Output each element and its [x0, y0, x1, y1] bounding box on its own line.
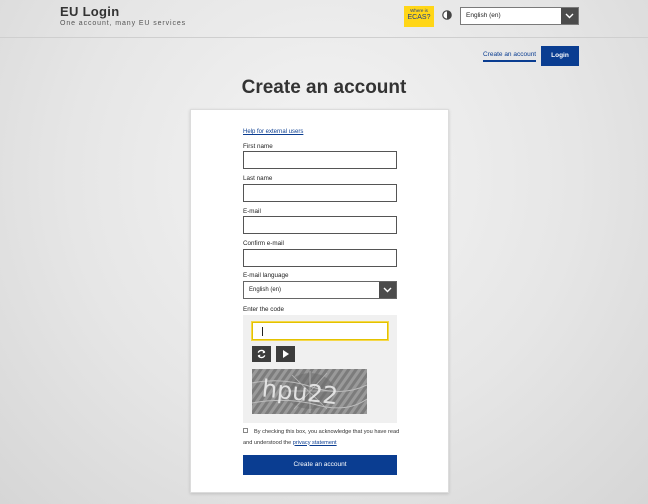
- create-account-button[interactable]: Create an account: [243, 455, 397, 475]
- help-link[interactable]: Help for external users: [243, 129, 303, 135]
- app-title: EU Login: [60, 4, 120, 19]
- header: EU Login One account, many EU services W…: [0, 0, 648, 38]
- play-audio-captcha-button[interactable]: [276, 346, 295, 362]
- brand[interactable]: EU Login One account, many EU services: [60, 4, 186, 27]
- contrast-icon[interactable]: [442, 10, 452, 20]
- last-name-label: Last name: [243, 175, 273, 182]
- email-language-label: E-mail language: [243, 272, 289, 279]
- email-label: E-mail: [243, 208, 261, 215]
- refresh-captcha-button[interactable]: [252, 346, 271, 362]
- confirm-email-label: Confirm e-mail: [243, 240, 284, 247]
- last-name-field[interactable]: [243, 184, 397, 202]
- captcha-panel: hpu22: [243, 315, 397, 423]
- refresh-icon: [257, 349, 266, 359]
- first-name-label: First name: [243, 143, 273, 150]
- login-button[interactable]: Login: [541, 46, 579, 66]
- privacy-statement-link[interactable]: privacy statement: [293, 440, 337, 446]
- captcha-label: Enter the code: [243, 306, 284, 313]
- create-account-link[interactable]: Create an account: [483, 51, 537, 62]
- page-title: Create an account: [241, 77, 407, 98]
- chevron-down-icon: [561, 8, 578, 24]
- chevron-down-icon: [379, 282, 396, 298]
- text-caret: [262, 327, 263, 336]
- captcha-image: hpu22: [252, 369, 367, 414]
- email-language-select[interactable]: English (en): [243, 281, 397, 299]
- language-select[interactable]: English (en): [460, 7, 579, 25]
- email-field[interactable]: [243, 216, 397, 234]
- ecas-badge[interactable]: Where is ECAS?: [404, 6, 434, 27]
- language-select-value: English (en): [466, 12, 501, 19]
- consent-text: By checking this box, you acknowledge th…: [243, 427, 403, 448]
- app-subtitle: One account, many EU services: [60, 20, 187, 27]
- captcha-input[interactable]: [252, 322, 388, 340]
- first-name-field[interactable]: [243, 151, 397, 169]
- email-language-value: English (en): [249, 287, 282, 293]
- play-icon: [283, 350, 289, 358]
- ecas-badge-line2: ECAS?: [407, 13, 431, 21]
- registration-form: Help for external users First name Last …: [190, 109, 449, 493]
- confirm-email-field[interactable]: [243, 249, 397, 267]
